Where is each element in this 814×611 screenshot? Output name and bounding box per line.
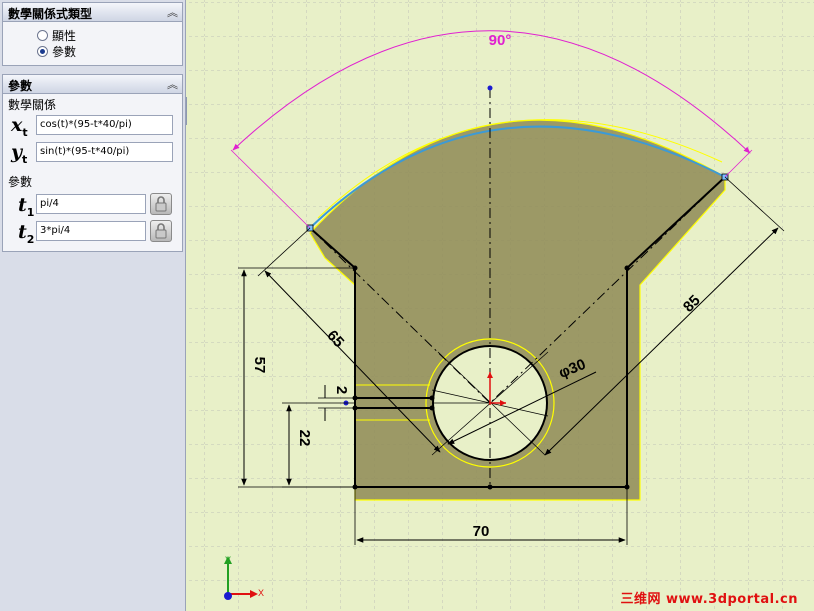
- collapse-chevron-icon[interactable]: ︽: [167, 76, 178, 92]
- dim2-text[interactable]: 2: [333, 386, 350, 394]
- vertex-point[interactable]: [487, 484, 493, 490]
- xt-symbol: xt: [11, 114, 28, 139]
- parameters-title: 參數: [8, 79, 33, 93]
- vertex-point[interactable]: [429, 405, 435, 411]
- triad-z-axis: [224, 592, 232, 600]
- yt-symbol: yt: [11, 141, 28, 166]
- parametric-label: 參數: [52, 44, 77, 59]
- relation-label: 數學關係: [8, 98, 57, 112]
- explicit-radio[interactable]: 顯性: [37, 27, 76, 43]
- sketch-canvas[interactable]: 90° 57 65 85 70 22 2 φ30 Y X: [187, 0, 814, 611]
- params-label: 參數: [8, 175, 33, 189]
- apex-point[interactable]: [487, 85, 493, 91]
- parametric-radio[interactable]: 參數: [37, 43, 76, 59]
- watermark: 三维网 www.3dportal.cn: [620, 592, 798, 607]
- dim57-text[interactable]: 57: [251, 357, 268, 374]
- angle-dimension-text[interactable]: 90°: [489, 32, 512, 49]
- radio-off-icon: [37, 29, 48, 41]
- equation-type-header[interactable]: 數學關係式類型 ︽: [2, 2, 183, 22]
- t1-field[interactable]: pi/4: [36, 194, 146, 214]
- lock-icon: [155, 223, 167, 239]
- triad-y-label: Y: [225, 555, 231, 565]
- t1-symbol: t1: [18, 194, 35, 219]
- radio-on-icon: [37, 45, 48, 57]
- lock-icon: [155, 196, 167, 212]
- dim22-text[interactable]: 22: [296, 430, 313, 447]
- parameters-header[interactable]: 參數 ︽: [2, 74, 183, 94]
- triad-x-label: X: [258, 588, 264, 598]
- t1-lock-button[interactable]: [150, 193, 172, 215]
- dim70-text[interactable]: 70: [473, 523, 490, 540]
- equation-type-title: 數學關係式類型: [8, 7, 93, 21]
- xt-expression-field[interactable]: cos(t)*(95-t*40/pi): [36, 115, 173, 135]
- property-manager-panel: 數學關係式類型 ︽ 顯性 參數 參數 ︽ 數學關係 xt cos(t)*(95-…: [0, 0, 186, 611]
- vertex-point[interactable]: [429, 395, 435, 401]
- t2-field[interactable]: 3*pi/4: [36, 221, 146, 241]
- t2-lock-button[interactable]: [150, 220, 172, 242]
- parameters-body: 數學關係 xt cos(t)*(95-t*40/pi) yt sin(t)*(9…: [2, 94, 183, 252]
- vertex-point[interactable]: [624, 265, 630, 271]
- t2-symbol: t2: [18, 221, 35, 246]
- yt-expression-field[interactable]: sin(t)*(95-t*40/pi): [36, 142, 173, 162]
- explicit-label: 顯性: [52, 28, 77, 43]
- collapse-chevron-icon[interactable]: ︽: [167, 4, 178, 20]
- equation-type-body: 顯性 參數: [2, 22, 183, 66]
